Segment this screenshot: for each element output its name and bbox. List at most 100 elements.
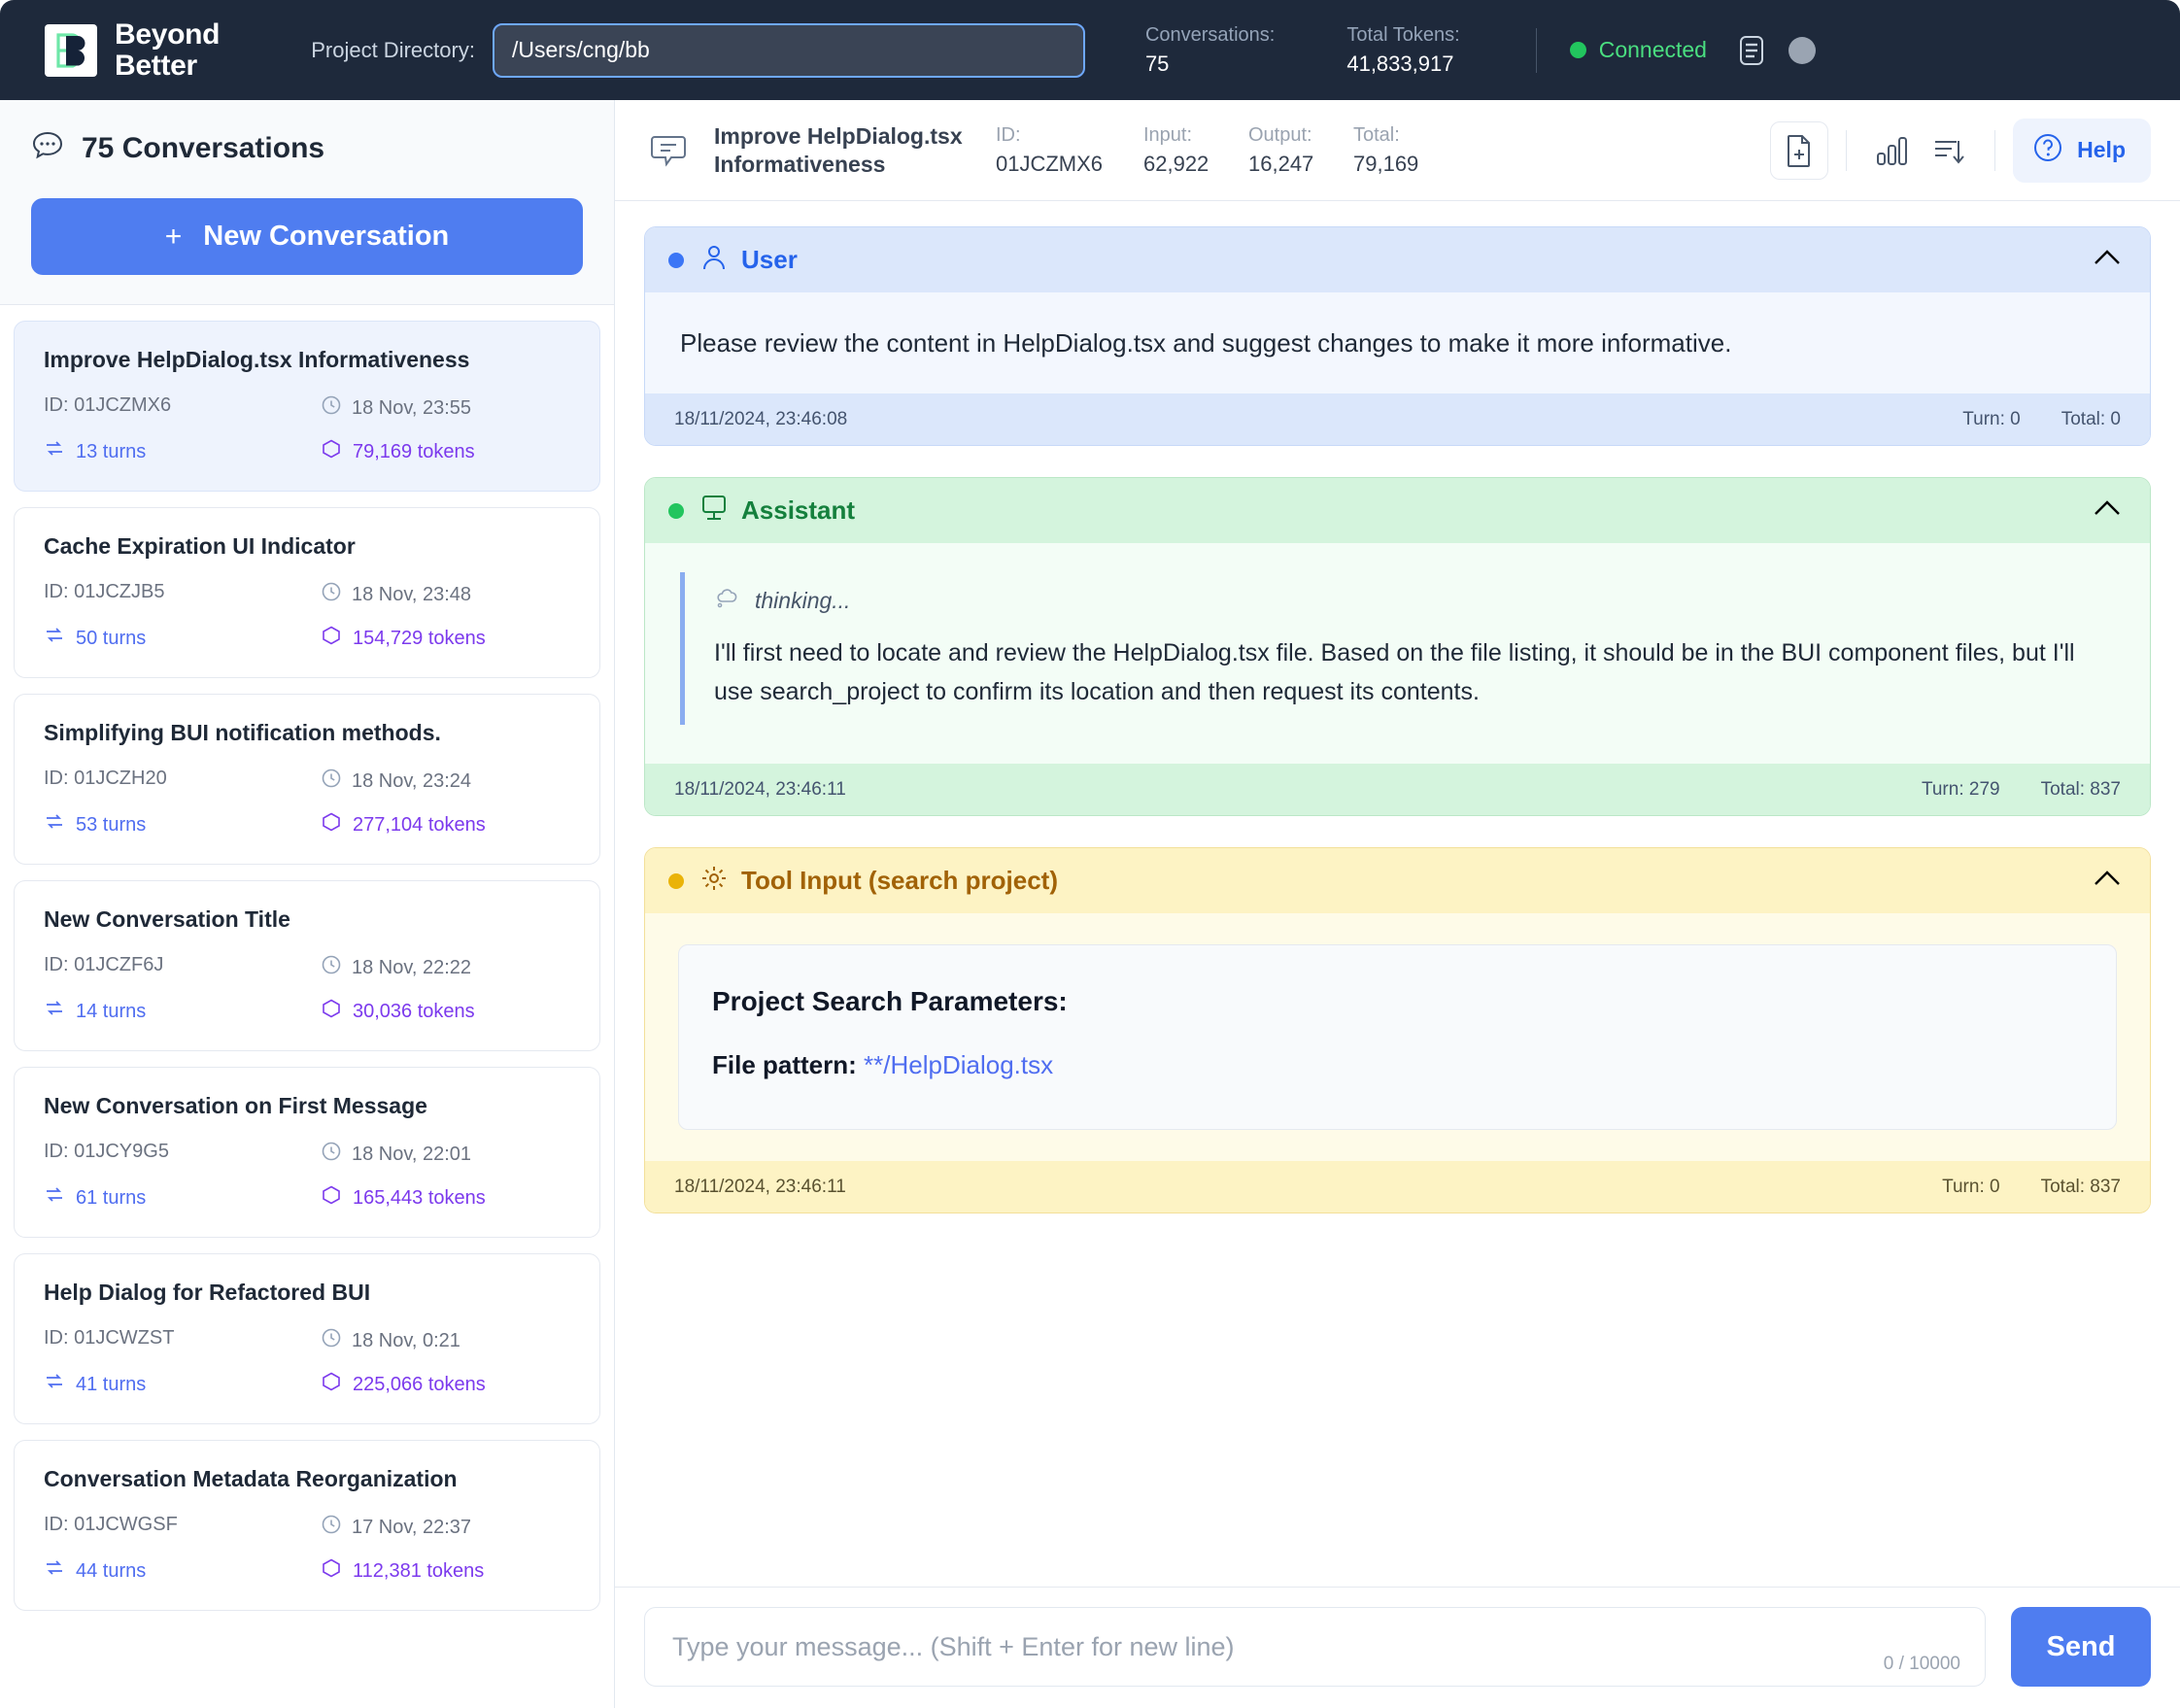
message-body: thinking... I'll first need to locate and…: [645, 543, 2150, 765]
conversation-item-title: Improve HelpDialog.tsx Informativeness: [44, 347, 470, 372]
message-role-label: Assistant: [741, 495, 856, 526]
project-directory-input[interactable]: [492, 22, 1085, 78]
send-button[interactable]: Send: [2011, 1607, 2151, 1687]
conversation-item-time: 18 Nov, 0:21: [321, 1327, 568, 1354]
tag-icon: [321, 625, 342, 652]
help-button[interactable]: Help: [2013, 118, 2151, 183]
conversation-list-item[interactable]: Cache Expiration UI Indicator ID: 01JCZJB…: [14, 507, 600, 678]
new-conversation-button[interactable]: + New Conversation: [31, 198, 583, 275]
conversation-item-turns: 44 turns: [44, 1557, 321, 1585]
app-header: Beyond Better Project Directory: Convers…: [0, 0, 2180, 100]
message-footer: 18/11/2024, 23:46:11 Turn: 279 Total: 837: [645, 764, 2150, 816]
beyond-better-logo: [45, 23, 97, 77]
conversation-item-id: ID: 01JCWGSF: [44, 1514, 178, 1535]
tool-param-value: **/HelpDialog.tsx: [864, 1050, 1054, 1080]
chevron-up-icon[interactable]: [2092, 497, 2123, 524]
conversation-item-turns: 50 turns: [44, 625, 321, 652]
conversation-item-id: ID: 01JCZF6J: [44, 954, 164, 975]
connection-status-label: Connected: [1598, 37, 1707, 62]
conversation-stat-value: 01JCZMX6: [996, 151, 1104, 176]
conversation-list-item[interactable]: Help Dialog for Refactored BUI ID: 01JCWZ…: [14, 1253, 600, 1424]
conversation-item-tokens: 225,066 tokens: [321, 1371, 568, 1398]
conversation-stat-label: Input:: [1143, 123, 1193, 146]
thinking-label-text: thinking...: [755, 587, 851, 613]
conversation-bubble-icon: [648, 130, 689, 171]
tag-icon: [321, 998, 342, 1025]
conversation-item-time-text: 18 Nov, 0:21: [352, 1329, 460, 1351]
tag-icon: [321, 1557, 342, 1585]
tag-icon: [321, 811, 342, 838]
conversation-item-time-text: 18 Nov, 23:48: [352, 583, 472, 605]
message-header[interactable]: Tool Input (search project): [645, 848, 2150, 914]
conversation-item-turns-text: 50 turns: [76, 627, 147, 649]
conversation-item-time-text: 18 Nov, 22:01: [352, 1143, 472, 1165]
conversation-stat-label: ID:: [996, 123, 1021, 146]
conversation-item-turns-text: 13 turns: [76, 440, 147, 462]
conversation-item-id: ID: 01JCZH20: [44, 768, 167, 789]
connection-status: Connected: [1569, 37, 1707, 63]
conversation-list-item[interactable]: Conversation Metadata Reorganization ID: …: [14, 1440, 600, 1611]
total-tokens-label: Total Tokens:: [1346, 23, 1460, 46]
help-label: Help: [2077, 137, 2126, 162]
conversation-item-turns: 61 turns: [44, 1184, 321, 1212]
message-timestamp: 18/11/2024, 23:46:08: [674, 408, 848, 429]
conversations-value: 75: [1144, 51, 1170, 76]
conversation-list-item[interactable]: New Conversation on First Message ID: 01J…: [14, 1067, 600, 1238]
conversation-item-title: Cache Expiration UI Indicator: [44, 533, 356, 559]
tool-param-row: File pattern: **/HelpDialog.tsx: [712, 1050, 2083, 1080]
file-plus-icon[interactable]: [1770, 120, 1829, 180]
conversation-actions: Help: [1770, 118, 2151, 183]
conversation-item-id: ID: 01JCZMX6: [44, 394, 172, 416]
conversation-list-item[interactable]: Improve HelpDialog.tsx Informativeness ID…: [14, 321, 600, 492]
message-input[interactable]: [644, 1607, 1986, 1687]
composer: 0 / 10000 Send: [615, 1587, 2180, 1708]
message-turn-tokens: Turn: 0: [1942, 1176, 2000, 1197]
conversation-item-turns-text: 14 turns: [76, 1000, 147, 1022]
sidebar-title: 75 Conversations: [82, 131, 325, 164]
conversation-item-turns: 53 turns: [44, 811, 321, 838]
brand-name: Beyond Better: [115, 17, 221, 82]
action-divider-2: [1994, 129, 1996, 171]
conversation-list-item[interactable]: Simplifying BUI notification methods. ID:…: [14, 694, 600, 865]
conversation-stat-value: 16,247: [1248, 151, 1314, 176]
conversation-item-tokens: 79,169 tokens: [321, 438, 568, 465]
message-header[interactable]: Assistant: [645, 478, 2150, 544]
document-list-icon[interactable]: [1736, 33, 1767, 68]
clock-icon: [321, 581, 342, 608]
question-circle-icon: [2032, 132, 2063, 169]
turns-arrows-icon: [44, 438, 65, 465]
message-turn-tokens: Turn: 279: [1921, 778, 2000, 800]
conversation-item-tokens-text: 112,381 tokens: [353, 1559, 485, 1582]
clock-icon: [321, 954, 342, 981]
message-role-label: Tool Input (search project): [741, 866, 1058, 896]
conversation-item-title: New Conversation Title: [44, 906, 290, 932]
conversation-item-time: 18 Nov, 22:01: [321, 1141, 568, 1168]
conversation-item-time: 18 Nov, 23:55: [321, 394, 568, 422]
conversation-list-item[interactable]: New Conversation Title ID: 01JCZF6J 18 Nov…: [14, 880, 600, 1051]
conversation-item-turns: 41 turns: [44, 1371, 321, 1398]
conversation-item-time-text: 18 Nov, 23:24: [352, 769, 472, 792]
conversation-item-turns-text: 41 turns: [76, 1373, 147, 1395]
clock-icon: [321, 1514, 342, 1541]
brand-line-2: Better: [115, 49, 197, 82]
tag-icon: [321, 1371, 342, 1398]
message-input-wrapper: 0 / 10000: [644, 1607, 1986, 1687]
chevron-up-icon[interactable]: [2092, 247, 2123, 273]
chevron-up-icon[interactable]: [2092, 868, 2123, 894]
conversation-list[interactable]: Improve HelpDialog.tsx Informativeness ID…: [0, 304, 614, 1708]
conversation-item-time: 18 Nov, 23:24: [321, 768, 568, 795]
conversation-stat: Total: 79,169: [1353, 121, 1458, 180]
conversation-header: Improve HelpDialog.tsx Informativeness I…: [615, 100, 2180, 201]
thinking-text: I'll first need to locate and review the…: [714, 639, 2075, 705]
turns-arrows-icon: [44, 1184, 65, 1212]
message-tool: Tool Input (search project) Project Searc…: [644, 847, 2151, 1214]
bar-chart-icon[interactable]: [1864, 122, 1921, 179]
main-panel: Improve HelpDialog.tsx Informativeness I…: [615, 100, 2180, 1708]
brand-line-1: Beyond: [115, 17, 221, 51]
thinking-label: thinking...: [714, 586, 2115, 615]
message-header[interactable]: User: [645, 227, 2150, 292]
conversation-title: Improve HelpDialog.tsx Informativeness: [714, 122, 963, 177]
avatar[interactable]: [1788, 36, 1816, 64]
conversation-item-title: Conversation Metadata Reorganization: [44, 1466, 458, 1491]
sort-descending-icon[interactable]: [1921, 122, 1977, 179]
